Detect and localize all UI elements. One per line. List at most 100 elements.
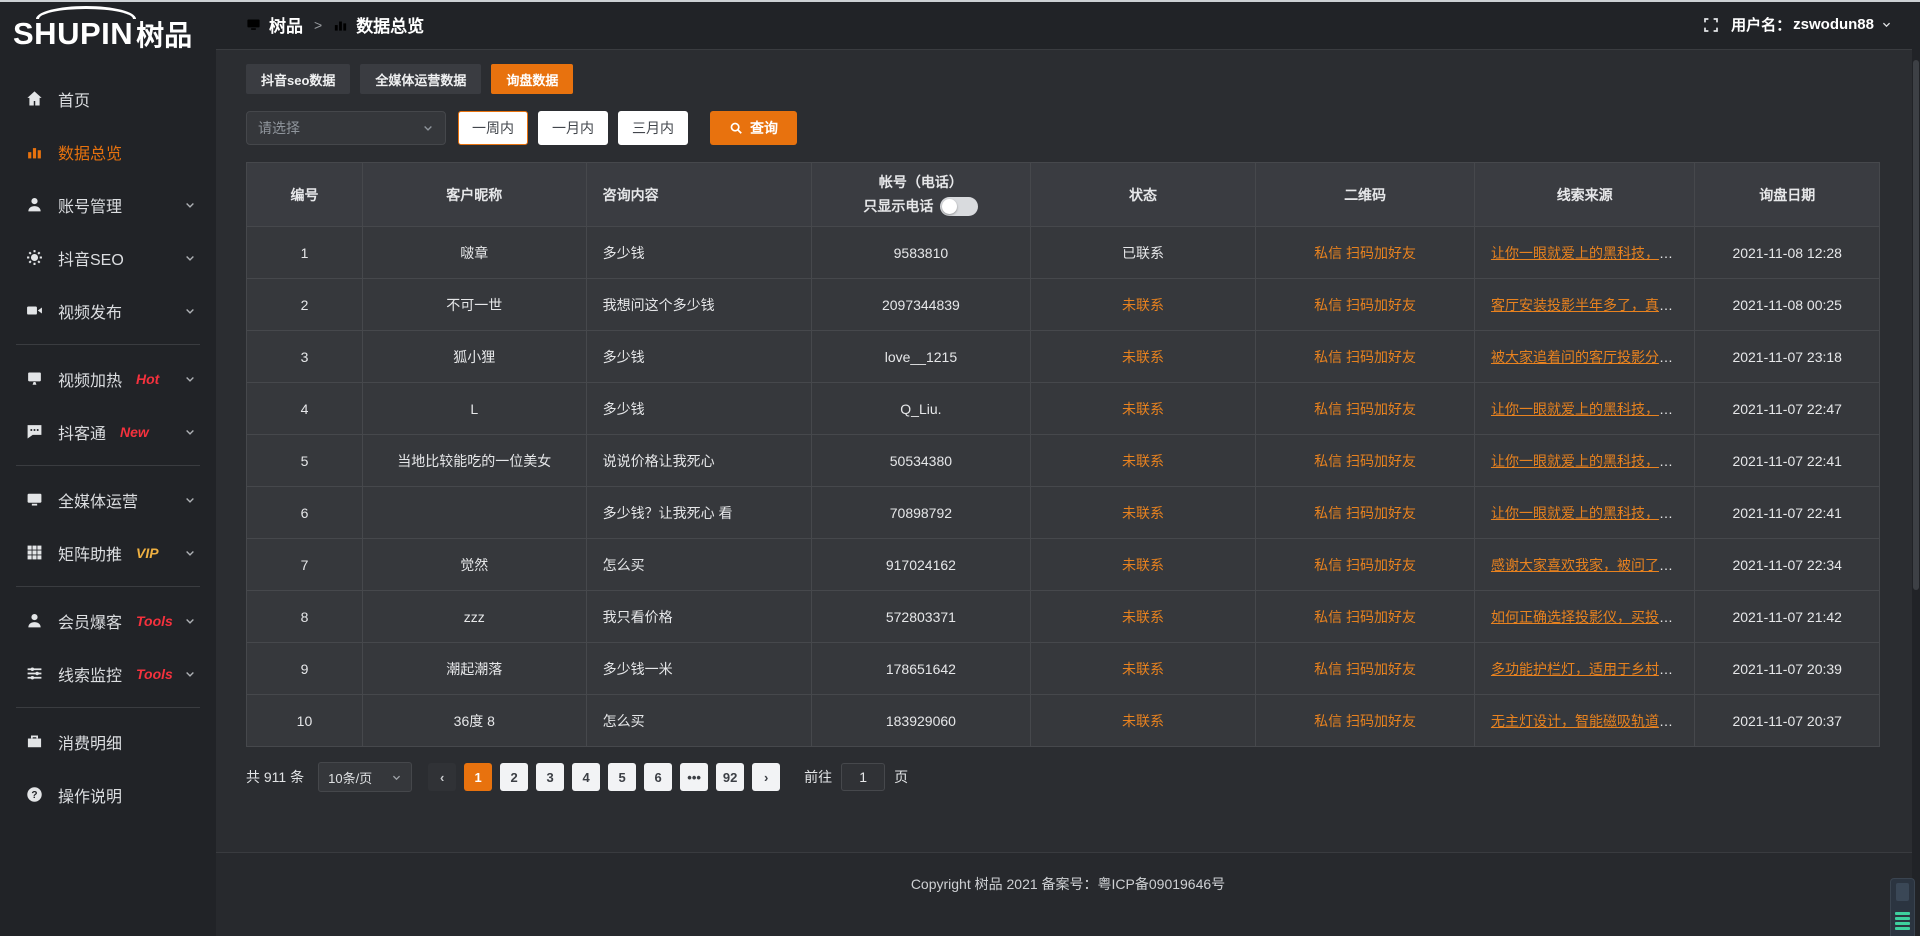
tab-douyin-seo-data[interactable]: 抖音seo数据 bbox=[246, 64, 350, 94]
qr-link[interactable]: 私信 扫码加好友 bbox=[1314, 505, 1416, 521]
sidebar-item-data-overview[interactable]: 数据总览 bbox=[0, 125, 216, 178]
sidebar-item-video-heating[interactable]: 视频加热Hot bbox=[0, 352, 216, 405]
qr-link[interactable]: 私信 扫码加好友 bbox=[1314, 713, 1416, 729]
cell-account: 70898792 bbox=[812, 487, 1031, 539]
cell-no: 9 bbox=[247, 643, 363, 695]
cell-nickname: 36度 8 bbox=[362, 695, 586, 747]
cell-nickname: L bbox=[362, 383, 586, 435]
svg-text:?: ? bbox=[31, 790, 37, 801]
cell-account: 9583810 bbox=[812, 227, 1031, 279]
browser-top-edge bbox=[0, 0, 1920, 2]
scrollbar-thumb[interactable] bbox=[1913, 60, 1919, 590]
source-link[interactable]: 如何正确选择投影仪，买投影... bbox=[1491, 609, 1685, 625]
corner-widget[interactable] bbox=[1890, 878, 1915, 936]
cell-content: 多少钱 bbox=[586, 331, 811, 383]
wallet-icon bbox=[26, 733, 43, 750]
corner-widget-body bbox=[1896, 883, 1909, 901]
cell-source: 多功能护栏灯，适用于乡村文... bbox=[1474, 643, 1694, 695]
sidebar-item-account-management[interactable]: 账号管理 bbox=[0, 178, 216, 231]
range-button-three-months[interactable]: 三月内 bbox=[618, 111, 688, 145]
range-button-one-week[interactable]: 一周内 bbox=[458, 111, 528, 145]
qr-link[interactable]: 私信 扫码加好友 bbox=[1314, 453, 1416, 469]
cell-no: 5 bbox=[247, 435, 363, 487]
cell-content: 说说价格让我死心 bbox=[586, 435, 811, 487]
source-link[interactable]: 客厅安装投影半年多了，真实... bbox=[1491, 297, 1685, 313]
goto-page-input[interactable] bbox=[841, 763, 885, 791]
page-button-4[interactable]: 4 bbox=[572, 763, 600, 791]
qr-link[interactable]: 私信 扫码加好友 bbox=[1314, 401, 1416, 417]
cell-status: 未联系 bbox=[1030, 383, 1255, 435]
sidebar-item-label: 抖客通 bbox=[58, 420, 106, 444]
sidebar-item-label: 线索监控 bbox=[58, 662, 122, 686]
sidebar-item-lead-monitor[interactable]: 线索监控Tools bbox=[0, 647, 216, 700]
source-link[interactable]: 多功能护栏灯，适用于乡村文... bbox=[1491, 661, 1685, 677]
prev-page-button[interactable]: ‹ bbox=[428, 763, 456, 791]
chevron-down-icon bbox=[184, 494, 196, 506]
cell-qrcode: 私信 扫码加好友 bbox=[1256, 331, 1475, 383]
cell-content: 多少钱一米 bbox=[586, 643, 811, 695]
page-button-92[interactable]: 92 bbox=[716, 763, 744, 791]
logo-text-latin: SHUPIN bbox=[13, 16, 133, 52]
query-button[interactable]: 查询 bbox=[710, 111, 797, 145]
sidebar-item-doukertong[interactable]: 抖客通New bbox=[0, 405, 216, 458]
page-size-select[interactable]: 10条/页 bbox=[318, 762, 412, 792]
cell-qrcode: 私信 扫码加好友 bbox=[1256, 227, 1475, 279]
page-button-2[interactable]: 2 bbox=[500, 763, 528, 791]
source-link[interactable]: 被大家追着问的客厅投影分享... bbox=[1491, 349, 1685, 365]
page-ellipsis-button[interactable]: ••• bbox=[680, 763, 708, 791]
cell-qrcode: 私信 扫码加好友 bbox=[1256, 591, 1475, 643]
chevron-down-icon bbox=[184, 547, 196, 559]
page-button-6[interactable]: 6 bbox=[644, 763, 672, 791]
sidebar-divider bbox=[16, 586, 200, 587]
filter-select-value: 请选择 bbox=[258, 118, 300, 138]
page-button-5[interactable]: 5 bbox=[608, 763, 636, 791]
cell-account: 2097344839 bbox=[812, 279, 1031, 331]
table-row: 3狐小狸多少钱love__1215未联系私信 扫码加好友被大家追着问的客厅投影分… bbox=[247, 331, 1880, 383]
sidebar-item-douyin-seo[interactable]: 抖音SEO bbox=[0, 231, 216, 284]
qr-link[interactable]: 私信 扫码加好友 bbox=[1314, 557, 1416, 573]
cell-date: 2021-11-08 00:25 bbox=[1695, 279, 1880, 331]
range-button-one-month[interactable]: 一月内 bbox=[538, 111, 608, 145]
next-page-button[interactable]: › bbox=[752, 763, 780, 791]
fullscreen-icon[interactable] bbox=[1703, 17, 1719, 33]
sidebar-item-label: 视频发布 bbox=[58, 299, 122, 323]
page-button-3[interactable]: 3 bbox=[536, 763, 564, 791]
source-link[interactable]: 让你一眼就爱上的黑科技，能... bbox=[1491, 245, 1685, 261]
tab-omni-media-data[interactable]: 全媒体运营数据 bbox=[360, 64, 481, 94]
tab-inquiry-data[interactable]: 询盘数据 bbox=[491, 64, 573, 94]
source-link[interactable]: 让你一眼就爱上的黑科技，能... bbox=[1491, 453, 1685, 469]
cell-status: 未联系 bbox=[1030, 695, 1255, 747]
status-text: 未联系 bbox=[1122, 401, 1164, 417]
status-text: 未联系 bbox=[1122, 297, 1164, 313]
cell-status: 未联系 bbox=[1030, 487, 1255, 539]
source-link[interactable]: 让你一眼就爱上的黑科技，能... bbox=[1491, 401, 1685, 417]
qr-link[interactable]: 私信 扫码加好友 bbox=[1314, 661, 1416, 677]
qr-link[interactable]: 私信 扫码加好友 bbox=[1314, 297, 1416, 313]
qr-link[interactable]: 私信 扫码加好友 bbox=[1314, 349, 1416, 365]
qr-link[interactable]: 私信 扫码加好友 bbox=[1314, 609, 1416, 625]
sidebar-item-omni-media[interactable]: 全媒体运营 bbox=[0, 473, 216, 526]
source-link[interactable]: 无主灯设计，智能磁吸轨道灯... bbox=[1491, 713, 1685, 729]
filter-select[interactable]: 请选择 bbox=[246, 111, 446, 145]
source-link[interactable]: 感谢大家喜欢我家，被问了好... bbox=[1491, 557, 1685, 573]
sidebar-item-matrix-boost[interactable]: 矩阵助推VIP bbox=[0, 526, 216, 579]
sidebar-item-home[interactable]: 首页 bbox=[0, 72, 216, 125]
cell-nickname: 啵章 bbox=[362, 227, 586, 279]
status-text: 未联系 bbox=[1122, 609, 1164, 625]
cell-source: 让你一眼就爱上的黑科技，能... bbox=[1474, 227, 1694, 279]
sidebar-item-label: 操作说明 bbox=[58, 783, 122, 807]
phone-only-toggle[interactable] bbox=[940, 197, 978, 216]
sidebar-item-operation-guide[interactable]: ? 操作说明 bbox=[0, 768, 216, 821]
sidebar-item-consumption-detail[interactable]: 消费明细 bbox=[0, 715, 216, 768]
cell-no: 4 bbox=[247, 383, 363, 435]
cell-qrcode: 私信 扫码加好友 bbox=[1256, 435, 1475, 487]
page-button-1[interactable]: 1 bbox=[464, 763, 492, 791]
source-link[interactable]: 让你一眼就爱上的黑科技，能... bbox=[1491, 505, 1685, 521]
user-menu[interactable]: 用户名： zswodun88 bbox=[1731, 14, 1892, 35]
chevron-down-icon bbox=[391, 772, 402, 783]
sidebar-item-member-burst[interactable]: 会员爆客Tools bbox=[0, 594, 216, 647]
sidebar-item-video-publish[interactable]: 视频发布 bbox=[0, 284, 216, 337]
breadcrumb-root[interactable]: 树品 bbox=[269, 12, 303, 37]
chart-icon bbox=[26, 143, 43, 160]
qr-link[interactable]: 私信 扫码加好友 bbox=[1314, 245, 1416, 261]
